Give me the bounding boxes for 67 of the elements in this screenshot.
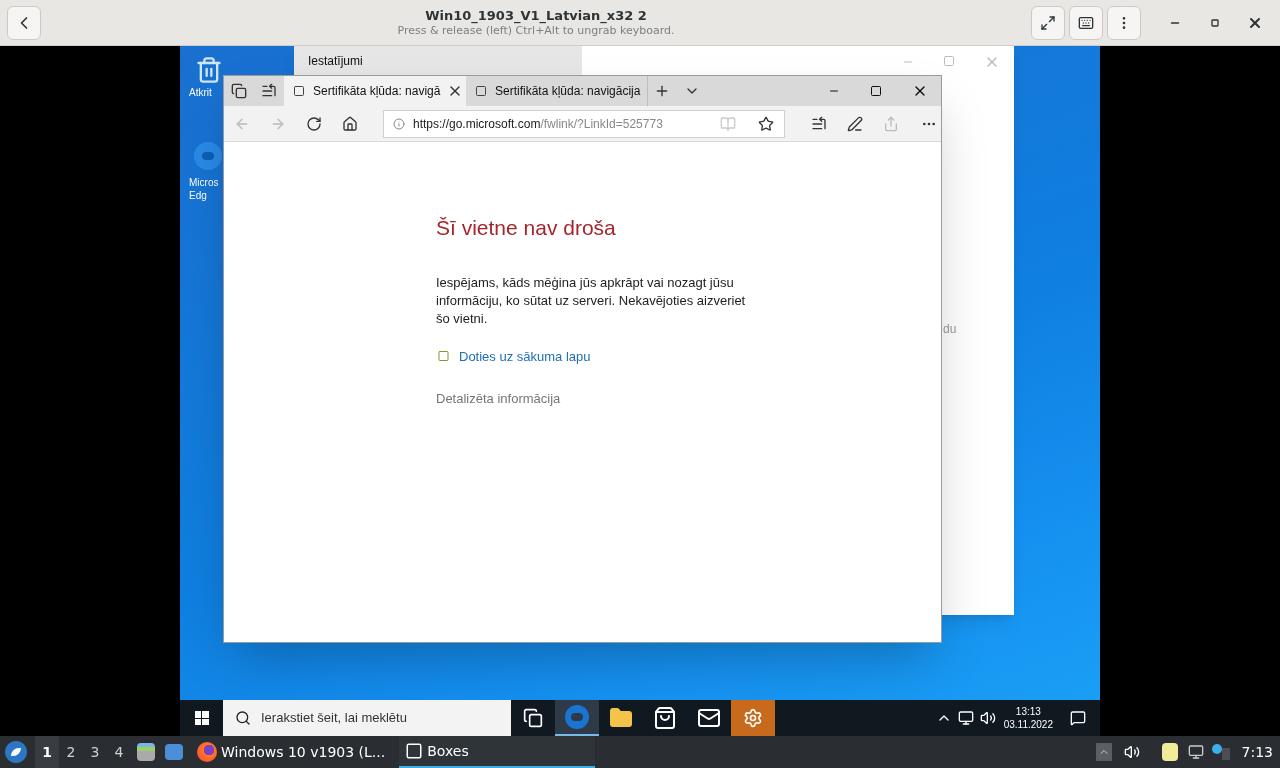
new-tab-icon[interactable] (654, 83, 670, 99)
details-link[interactable]: Detalizēta informācija (436, 389, 561, 409)
favorite-star-icon[interactable] (758, 115, 774, 132)
pen-icon[interactable] (847, 115, 863, 132)
home-icon[interactable] (342, 115, 358, 132)
error-heading: Šī vietne nav droša (436, 215, 616, 241)
maximize-icon (1211, 18, 1219, 27)
notifications-icon[interactable] (1070, 710, 1086, 726)
eject-icon[interactable] (1095, 743, 1112, 761)
edge-taskbar-button[interactable] (555, 700, 599, 736)
mail-icon (697, 706, 721, 730)
task-view-icon (523, 708, 543, 728)
windows-logo-icon (194, 711, 209, 725)
settings-text: du (943, 321, 957, 338)
search-icon (235, 710, 251, 726)
page-icon (292, 85, 306, 97)
settings-window-title: Iestatījumi (308, 53, 363, 70)
desktop-icon-label: Atkrit (189, 86, 212, 99)
panel-clock[interactable]: 7:13 (1241, 741, 1273, 763)
window-title: Win10_1903_V1_Latvian_x32 2 (425, 7, 647, 24)
favorites-list-icon[interactable] (811, 115, 827, 132)
fullscreen-icon (1040, 14, 1056, 31)
search-placeholder: Ierakstiet šeit, lai meklētu (261, 709, 407, 728)
tab-set-icon[interactable] (231, 83, 247, 99)
home-page-link[interactable]: Doties uz sākuma lapu (459, 346, 591, 366)
taskbar-date[interactable]: 03.11.2022 (1003, 718, 1053, 731)
refresh-icon[interactable] (306, 115, 322, 132)
home-page-icon (436, 350, 451, 363)
recycle-bin-icon[interactable] (195, 54, 223, 86)
fullscreen-button[interactable] (1031, 5, 1065, 40)
settings-taskbar-button[interactable] (731, 700, 775, 736)
keyboard-icon (1078, 14, 1094, 31)
page-icon (474, 85, 488, 97)
edge-logo-icon (565, 705, 589, 729)
workspace-button[interactable]: 3 (83, 736, 107, 768)
settings-icon (743, 708, 763, 728)
panel-task-button[interactable]: Windows 10 v1903 (L... (191, 736, 392, 768)
volume-icon[interactable] (1123, 744, 1140, 760)
workspace-button[interactable]: 1 (35, 736, 59, 768)
volume-icon[interactable] (979, 710, 996, 726)
task-label: Boxes (427, 741, 469, 761)
error-message: Iespējams, kāds mēģina jūs apkrāpt vai nozagt jūsu informāciju, ko sūtat uz serveri. Nekavējoties aizveriet šo vietni. (436, 273, 747, 328)
set-aside-tabs-icon[interactable] (261, 83, 277, 99)
app-launcher-icon[interactable] (5, 741, 27, 763)
browser-tab[interactable]: Sertifikāta kļūda: navigā (284, 76, 466, 106)
keyboard-button[interactable] (1069, 5, 1103, 40)
shopping-bag-icon (653, 706, 677, 730)
url-text: https://go.microsoft.com/fwlink/?LinkId=525773 (413, 115, 663, 133)
desktop-icon-label: Edg (189, 189, 207, 202)
folder-icon (609, 706, 633, 730)
workspace-button[interactable]: 4 (107, 736, 131, 768)
tab-title: Sertifikāta kļūda: navigācija (495, 83, 641, 100)
panel-task-button[interactable]: Boxes (399, 736, 596, 768)
maximize-icon[interactable] (870, 85, 882, 97)
boxes-icon (405, 742, 424, 760)
address-bar[interactable]: https://go.microsoft.com/fwlink/?LinkId=525773 (383, 109, 785, 138)
tab-title: Sertifikāta kļūda: navigā (313, 83, 441, 100)
desktop-icon-label: Micros (189, 176, 219, 189)
workspace-button[interactable]: 2 (59, 736, 83, 768)
firefox-icon (197, 742, 217, 762)
task-label: Windows 10 v1903 (L... (221, 742, 386, 762)
window-subtitle: Press & release (left) Ctrl+Alt to ungrab keyboard. (397, 23, 675, 38)
search-field[interactable]: Ierakstiet šeit, lai meklētu (223, 700, 511, 736)
network-icon[interactable] (957, 710, 974, 726)
taskbar-time[interactable]: 13:13 (1015, 705, 1041, 718)
vm-screen[interactable] (180, 46, 1100, 736)
network-icon[interactable] (1187, 744, 1204, 760)
